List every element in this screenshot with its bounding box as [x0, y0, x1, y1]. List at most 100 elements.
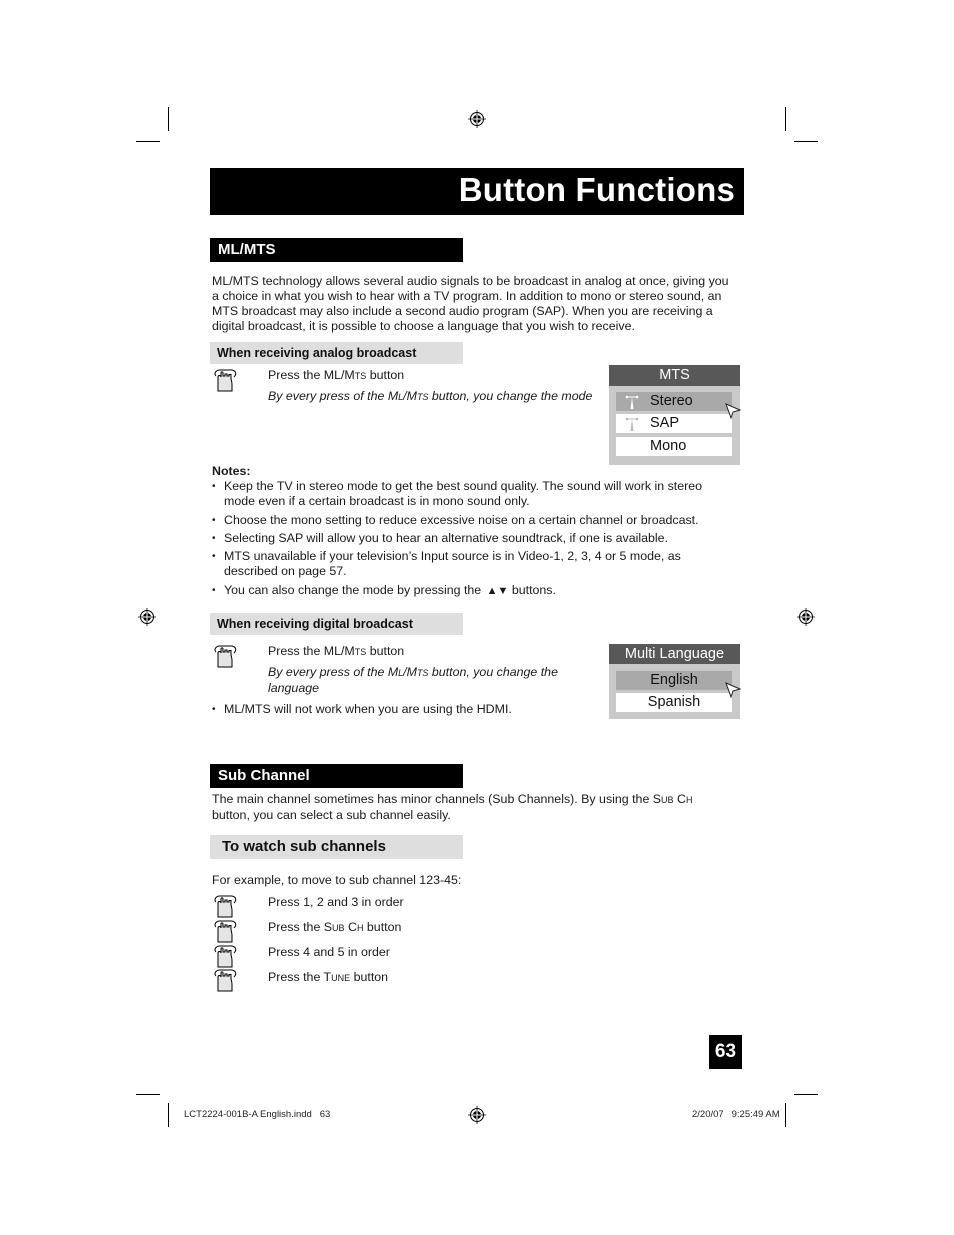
analog-step: Press the ML/MTS button: [268, 368, 404, 382]
desc-text-sc: TS: [416, 668, 429, 678]
osd-title: Multi Language: [609, 644, 740, 664]
up-down-arrows-icon: ▲▼: [486, 585, 509, 597]
osd-item-sap[interactable]: SAP: [616, 414, 732, 433]
osd-title: MTS: [609, 365, 740, 386]
registration-mark-icon: [468, 110, 486, 128]
antenna-icon: [625, 395, 639, 409]
step-text: Press the S: [268, 920, 333, 934]
hand-press-icon: [214, 895, 237, 918]
note-line: MTS unavailable if your television’s Inp…: [224, 549, 681, 563]
intro-line: MTS broadcast may also include a second …: [212, 304, 713, 318]
crop-mark: [168, 1103, 169, 1127]
note-item: Keep the TV in stereo mode to get the be…: [212, 479, 732, 509]
intro-text: The main channel sometimes has minor cha…: [212, 792, 662, 806]
step-text: button: [363, 920, 402, 934]
crop-mark: [785, 107, 786, 131]
intro-text-sc: UB: [661, 795, 674, 805]
digital-step-desc: By every press of the ML/MTS button, you…: [268, 665, 558, 696]
hand-press-icon: [214, 969, 237, 992]
osd-item-mono[interactable]: Mono: [616, 437, 732, 456]
registration-mark-icon: [797, 608, 815, 626]
antenna-icon: [625, 417, 639, 431]
subheading-analog: When receiving analog broadcast: [210, 342, 463, 364]
desc-text: /M: [403, 665, 417, 679]
pointer-cursor-icon: [725, 403, 741, 419]
step-text: C: [344, 920, 357, 934]
note-line: You can also change the mode by pressing…: [224, 583, 485, 597]
osd-item-stereo[interactable]: Stereo: [616, 392, 732, 411]
note-line: Selecting SAP will allow you to hear an …: [224, 531, 669, 545]
crop-mark: [794, 1094, 818, 1095]
desc-text: language: [268, 681, 319, 695]
footer-file-name: LCT2224-001B-A English.indd 63: [184, 1109, 331, 1120]
footer-timestamp: 2/20/07 9:25:49 AM: [692, 1109, 780, 1120]
step-text-sc: TS: [354, 647, 367, 657]
osd-item-label: English: [650, 672, 698, 688]
step-text: button: [366, 368, 405, 382]
note-item: Choose the mono setting to reduce excess…: [212, 513, 732, 528]
osd-item-label: Spanish: [647, 694, 701, 710]
crop-mark: [136, 141, 160, 142]
desc-text: By every press of the M: [268, 389, 399, 403]
sub-channel-step: Press the SUB CH button: [268, 920, 401, 934]
step-text: Press 4 and 5 in order: [268, 945, 390, 959]
sub-channel-step: Press 4 and 5 in order: [268, 945, 390, 959]
sub-channel-example: For example, to move to sub channel 123-…: [212, 873, 462, 887]
note-line: described on page 57.: [224, 564, 347, 578]
ml-mts-intro: ML/MTS technology allows several audio s…: [212, 274, 742, 334]
subheading-digital: When receiving digital broadcast: [210, 613, 463, 635]
intro-line: digital broadcast, it is possible to cho…: [212, 319, 635, 333]
intro-text: C: [673, 792, 686, 806]
page-number: 63: [709, 1035, 742, 1069]
crop-mark: [785, 1103, 786, 1127]
desc-text-sc: TS: [416, 392, 429, 402]
notes-label: Notes:: [212, 464, 251, 478]
desc-text: button, you change the: [428, 665, 558, 679]
sub-channel-step: Press 1, 2 and 3 in order: [268, 895, 404, 909]
osd-item-label: Mono: [650, 438, 687, 454]
intro-text: button, you can select a sub channel eas…: [212, 808, 451, 822]
note-item: Selecting SAP will allow you to hear an …: [212, 531, 732, 546]
note-line: Choose the mono setting to reduce excess…: [224, 513, 699, 527]
notes: Notes: Keep the TV in stereo mode to get…: [212, 464, 732, 599]
registration-mark-icon: [138, 608, 156, 626]
step-text-sc: UB: [332, 923, 345, 933]
analog-step-desc: By every press of the ML/MTS button, you…: [268, 389, 592, 403]
osd-item-label: SAP: [650, 415, 680, 431]
step-text: Press the ML/M: [268, 644, 355, 658]
desc-text: button, you change the mode: [428, 389, 593, 403]
hand-press-icon: [214, 920, 237, 943]
crop-mark: [794, 141, 818, 142]
hand-press-icon: [214, 945, 237, 968]
note-line: mode even if a certain broadcast is in m…: [224, 494, 530, 508]
note-item: You can also change the mode by pressing…: [212, 583, 732, 599]
pointer-cursor-icon: [725, 682, 741, 698]
multi-language-osd-menu: Multi Language English Spanish: [609, 644, 741, 719]
sub-channel-intro: The main channel sometimes has minor cha…: [212, 792, 742, 823]
hand-press-icon: [214, 369, 237, 392]
page-title-bar: Button Functions: [210, 168, 744, 215]
step-text: button: [366, 644, 405, 658]
page-title: Button Functions: [458, 171, 735, 208]
step-text: button: [350, 970, 389, 984]
crop-mark: [136, 1094, 160, 1095]
intro-text-sc: H: [685, 795, 693, 805]
note-item: MTS unavailable if your television’s Inp…: [212, 549, 732, 579]
osd-item-english[interactable]: English: [616, 671, 732, 690]
intro-line: ML/MTS technology allows several audio s…: [212, 274, 729, 288]
crop-mark: [168, 107, 169, 131]
registration-mark-icon: [468, 1106, 486, 1124]
digital-step: Press the ML/MTS button: [268, 644, 404, 658]
step-text: Press 1, 2 and 3 in order: [268, 895, 404, 909]
step-text-sc: TS: [354, 371, 367, 381]
osd-item-spanish[interactable]: Spanish: [616, 693, 732, 712]
step-text-sc: UNE: [331, 973, 351, 983]
intro-line: a choice in what you wish to hear with a…: [212, 289, 722, 303]
section-heading-sub-channel: Sub Channel: [210, 764, 463, 788]
section-heading-ml-mts: ML/MTS: [210, 238, 463, 262]
osd-item-label: Stereo: [650, 393, 693, 409]
desc-text: /M: [403, 389, 417, 403]
step-text: Press the ML/M: [268, 368, 355, 382]
sub-channel-step: Press the TUNE button: [268, 970, 388, 984]
note-line: Keep the TV in stereo mode to get the be…: [224, 479, 703, 493]
